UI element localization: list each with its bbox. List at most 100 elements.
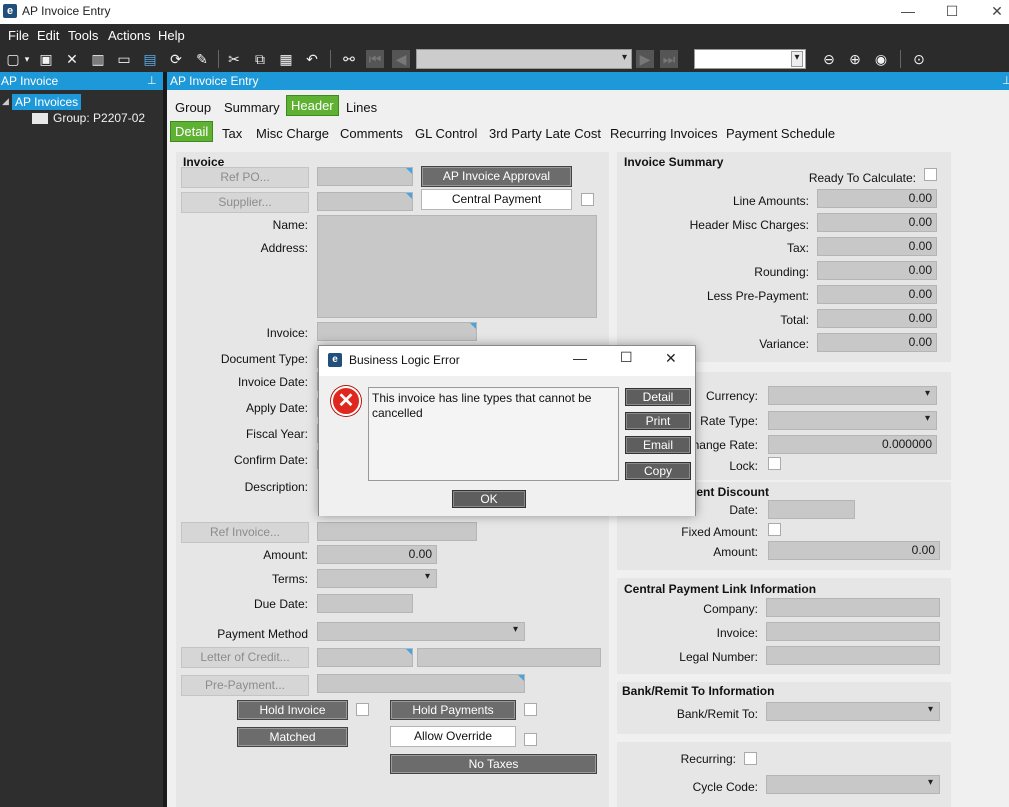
payment-method-dropdown[interactable] <box>317 622 525 641</box>
tab-3rd-party-late-cost[interactable]: 3rd Party Late Cost <box>489 126 601 141</box>
dialog-title: Business Logic Error <box>349 353 460 367</box>
central-payment-button[interactable]: Central Payment <box>421 189 572 210</box>
last-record-icon[interactable]: ⏭ <box>660 50 678 68</box>
copy-icon[interactable]: ⧉ <box>251 50 269 68</box>
supplier-button[interactable]: Supplier... <box>181 192 309 213</box>
new-icon[interactable]: ▢ <box>4 50 22 68</box>
letter-of-credit-button[interactable]: Letter of Credit... <box>181 647 309 668</box>
lock-checkbox[interactable] <box>768 457 781 470</box>
pre-payment-button[interactable]: Pre-Payment... <box>181 675 309 696</box>
undo-icon[interactable]: ↶ <box>303 50 321 68</box>
menu-file[interactable]: File <box>8 28 29 43</box>
play-icon[interactable]: ⊙ <box>910 50 928 68</box>
ok-button[interactable]: OK <box>452 490 526 508</box>
ref-invoice-field[interactable] <box>317 522 477 541</box>
apply-date-label: Apply Date: <box>245 401 308 415</box>
tab-payment-schedule[interactable]: Payment Schedule <box>726 126 835 141</box>
previous-record-icon[interactable]: ◀ <box>392 50 410 68</box>
close-icon[interactable]: ✕ <box>985 2 1009 20</box>
delete-icon[interactable]: ✕ <box>63 50 81 68</box>
supplier-field[interactable] <box>317 192 413 211</box>
exchange-rate-field[interactable]: 0.000000 <box>768 435 937 454</box>
book-icon[interactable]: ▥ <box>89 50 107 68</box>
menu-edit[interactable]: Edit <box>37 28 59 43</box>
next-record-icon[interactable]: ▶ <box>636 50 654 68</box>
allow-override-checkbox[interactable] <box>524 733 537 746</box>
clear-icon[interactable]: ✎ <box>193 50 211 68</box>
tab-lines[interactable]: Lines <box>346 100 377 115</box>
terms-dropdown[interactable] <box>317 569 437 588</box>
matched-button[interactable]: Matched <box>237 727 348 747</box>
address-field[interactable] <box>317 215 597 318</box>
detail-button[interactable]: Detail <box>625 388 691 406</box>
central-payment-checkbox[interactable] <box>581 193 594 206</box>
pin-icon[interactable]: ⊥ <box>147 74 157 87</box>
hold-payments-button[interactable]: Hold Payments <box>390 700 516 720</box>
new-dropdown-icon[interactable]: ▾ <box>22 50 32 68</box>
tab-misc-charge[interactable]: Misc Charge <box>256 126 329 141</box>
record-selector[interactable]: ▾ <box>416 49 632 69</box>
ref-po-field[interactable] <box>317 167 413 186</box>
description-label: Description: <box>244 480 308 494</box>
pre-payment-field[interactable] <box>317 674 525 693</box>
cycle-code-dropdown[interactable] <box>766 775 940 794</box>
rate-type-dropdown[interactable] <box>768 411 937 430</box>
ref-invoice-button[interactable]: Ref Invoice... <box>181 522 309 543</box>
amount-field[interactable]: 0.00 <box>317 545 437 564</box>
cut-icon[interactable]: ✂ <box>225 50 243 68</box>
discount-amount-field[interactable]: 0.00 <box>768 541 940 560</box>
bank-remit-title: Bank/Remit To Information <box>622 684 775 698</box>
forward-icon[interactable]: ⊕ <box>846 50 864 68</box>
tab-recurring-invoices[interactable]: Recurring Invoices <box>610 126 718 141</box>
no-taxes-button[interactable]: No Taxes <box>390 754 597 774</box>
home-icon[interactable]: ◉ <box>872 50 890 68</box>
close-icon[interactable]: ✕ <box>665 350 677 367</box>
tab-summary[interactable]: Summary <box>224 100 280 115</box>
minimize-icon[interactable]: — <box>896 2 920 20</box>
tree-node-ap-invoices[interactable]: AP Invoices <box>12 94 82 110</box>
tab-tax[interactable]: Tax <box>222 126 242 141</box>
menu-help[interactable]: Help <box>158 28 185 43</box>
pin-icon[interactable]: ⊥ <box>1002 74 1009 87</box>
recurring-checkbox[interactable] <box>744 752 757 765</box>
invoice-field[interactable] <box>317 322 477 341</box>
due-date-field[interactable] <box>317 594 413 613</box>
tab-group[interactable]: Group <box>175 100 211 115</box>
menu-tools[interactable]: Tools <box>68 28 98 43</box>
email-button[interactable]: Email <box>625 436 691 454</box>
refresh-icon[interactable]: ⟳ <box>167 50 185 68</box>
binoculars-icon[interactable]: ⚯ <box>340 50 358 68</box>
tree-node-group[interactable]: Group: P2207-02 <box>53 111 145 125</box>
note-icon[interactable]: ▭ <box>115 50 133 68</box>
search-combo[interactable]: ▾ <box>694 49 806 69</box>
maximize-icon[interactable]: ☐ <box>620 349 633 366</box>
tab-gl-control[interactable]: GL Control <box>415 126 477 141</box>
menu-actions[interactable]: Actions <box>108 28 151 43</box>
print-button[interactable]: Print <box>625 412 691 430</box>
save-icon[interactable]: ▣ <box>37 50 55 68</box>
expand-icon[interactable]: ◢ <box>2 96 9 107</box>
currency-dropdown[interactable] <box>768 386 937 405</box>
ref-po-button[interactable]: Ref PO... <box>181 167 309 188</box>
first-record-icon[interactable]: ⏮ <box>366 50 384 68</box>
ap-invoice-approval-button[interactable]: AP Invoice Approval <box>421 166 572 187</box>
hold-invoice-checkbox[interactable] <box>356 703 369 716</box>
discount-date-field[interactable] <box>768 500 855 519</box>
back-icon[interactable]: ⊖ <box>820 50 838 68</box>
tab-detail[interactable]: Detail <box>170 121 214 142</box>
legal-number-label: Legal Number: <box>679 650 758 664</box>
tab-comments[interactable]: Comments <box>340 126 403 141</box>
bank-remit-dropdown[interactable] <box>766 702 940 721</box>
minimize-icon[interactable]: — <box>573 350 587 366</box>
hold-payments-checkbox[interactable] <box>524 703 537 716</box>
attachment-icon[interactable]: ▤ <box>141 50 159 68</box>
letter-of-credit-field[interactable] <box>317 648 413 667</box>
maximize-icon[interactable]: ☐ <box>940 2 964 20</box>
paste-icon[interactable]: ▦ <box>277 50 295 68</box>
allow-override-button[interactable]: Allow Override <box>390 726 516 747</box>
tab-header[interactable]: Header <box>286 95 339 116</box>
hold-invoice-button[interactable]: Hold Invoice <box>237 700 348 720</box>
fixed-amount-checkbox[interactable] <box>768 523 781 536</box>
ready-to-calculate-checkbox[interactable] <box>924 168 937 181</box>
copy-button[interactable]: Copy <box>625 462 691 480</box>
